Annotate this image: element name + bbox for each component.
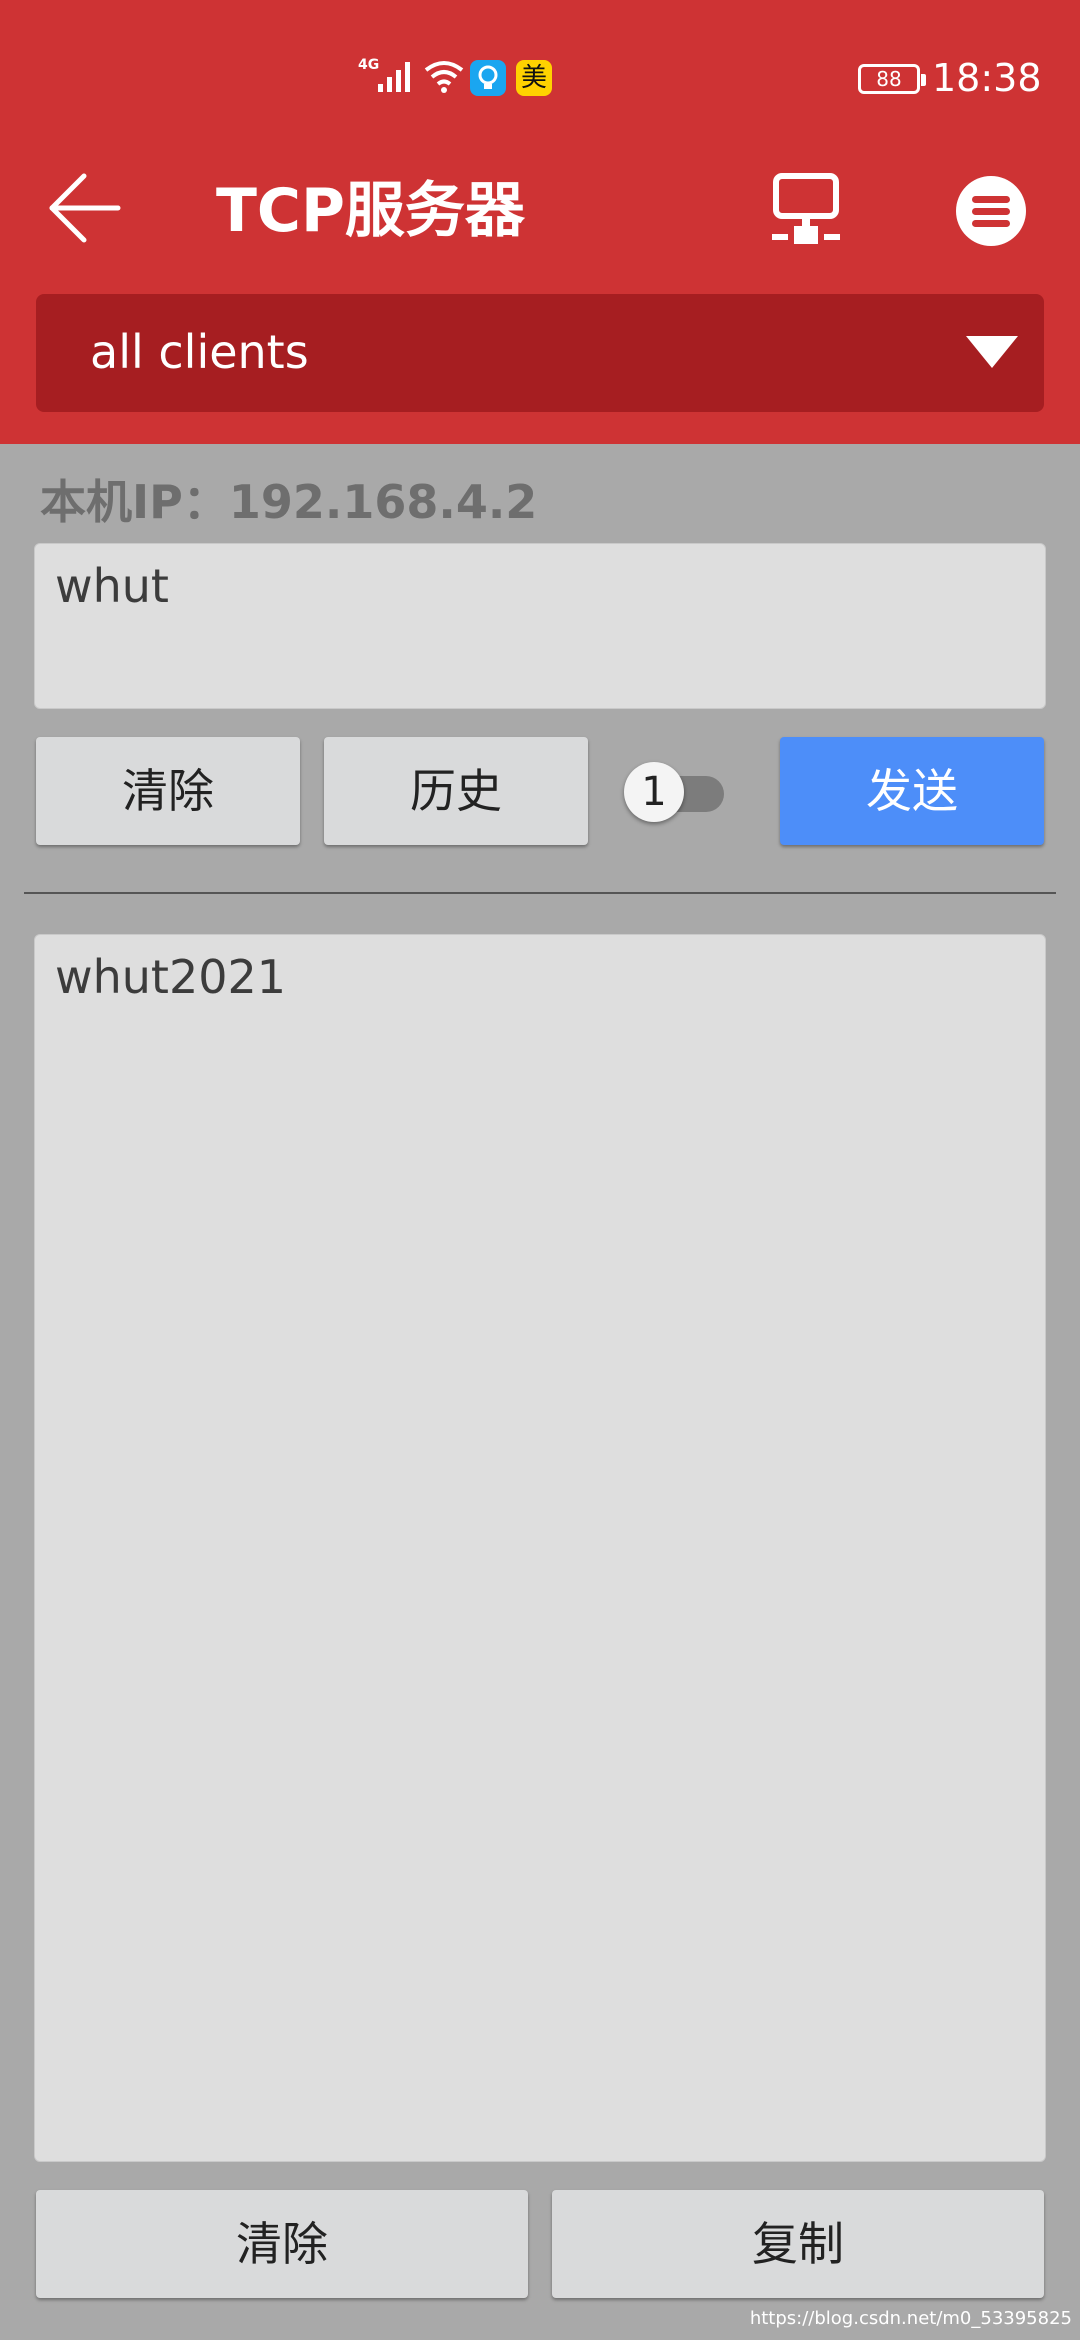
arrow-left-icon: [49, 173, 121, 243]
status-bar: 4G 美 88 18:38: [0, 0, 1080, 160]
history-button[interactable]: 历史: [324, 737, 588, 845]
client-select-value: all clients: [90, 325, 309, 379]
client-select[interactable]: all clients: [36, 294, 1044, 412]
network-button[interactable]: [766, 170, 846, 250]
clear-send-button[interactable]: 清除: [36, 737, 300, 845]
status-time: 18:38: [932, 56, 1042, 100]
app-header: 4G 美 88 18:38 TCP服务器 all clients: [0, 0, 1080, 444]
send-toggle[interactable]: 1: [624, 762, 724, 822]
lightbulb-app-icon: [470, 60, 506, 96]
meituan-app-icon: 美: [516, 60, 552, 96]
signal-icon: [378, 62, 410, 92]
toggle-knob: 1: [624, 762, 684, 822]
battery-icon: 88: [858, 64, 926, 94]
send-input[interactable]: whut: [34, 543, 1046, 709]
network-monitor-icon: [772, 173, 840, 244]
watermark: https://blog.csdn.net/m0_53395825: [749, 2308, 1072, 2329]
page-title: TCP服务器: [216, 176, 525, 246]
send-button[interactable]: 发送: [780, 737, 1044, 845]
menu-button[interactable]: [956, 176, 1026, 246]
receive-area[interactable]: whut2021: [34, 934, 1046, 2162]
copy-button[interactable]: 复制: [552, 2190, 1044, 2298]
local-ip-label: 本机IP：192.168.4.2: [40, 475, 538, 529]
back-button[interactable]: [40, 162, 130, 252]
caret-down-icon: [966, 336, 1018, 368]
divider: [24, 892, 1056, 894]
clear-receive-button[interactable]: 清除: [36, 2190, 528, 2298]
wifi-icon: [424, 61, 464, 93]
